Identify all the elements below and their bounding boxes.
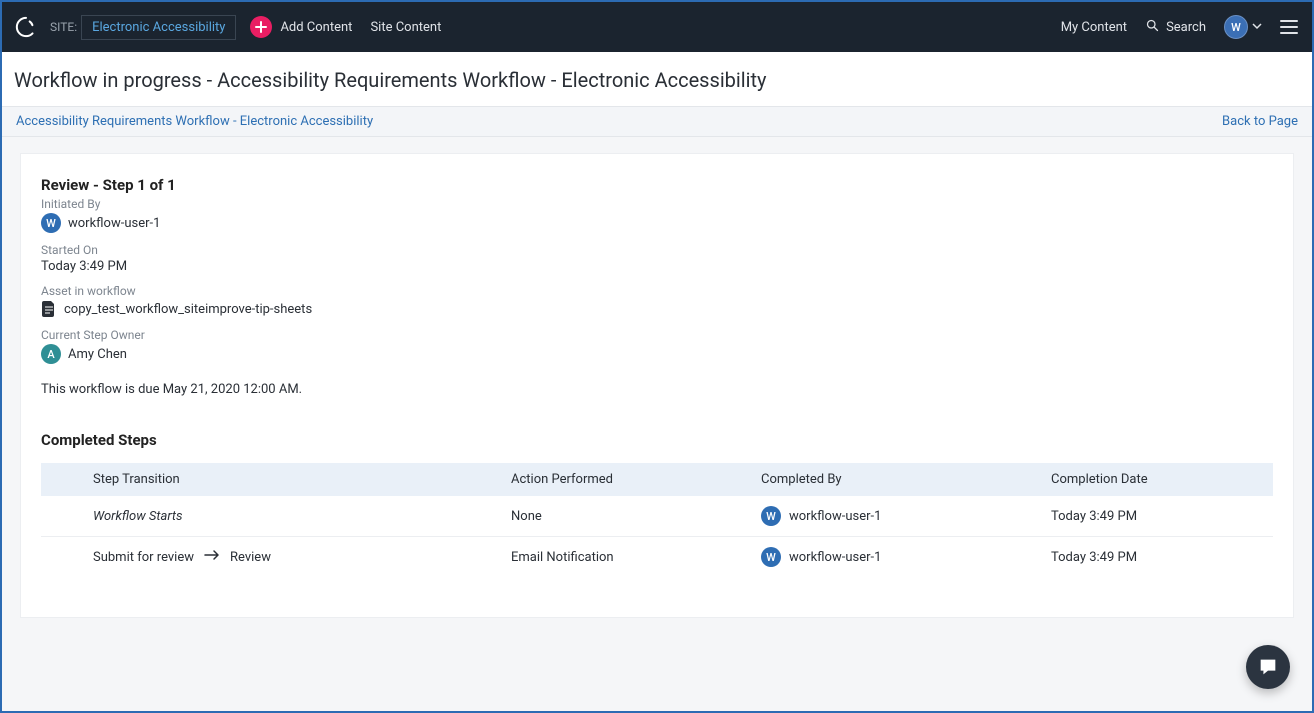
initiator-name: workflow-user-1 [68, 216, 160, 231]
user-avatar: W [1224, 15, 1248, 39]
review-heading: Review - Step 1 of 1 [41, 176, 1273, 194]
col-completed-by: Completed By [751, 463, 1041, 496]
workflow-card: Review - Step 1 of 1 Initiated By W work… [20, 153, 1294, 618]
completed-by-avatar: W [761, 547, 781, 567]
search-button[interactable]: Search [1145, 18, 1206, 37]
page-title: Workflow in progress - Accessibility Req… [14, 68, 1300, 92]
site-selector[interactable]: Electronic Accessibility [81, 15, 236, 40]
step-to: Review [230, 550, 271, 565]
my-content-link[interactable]: My Content [1061, 20, 1127, 35]
owner-value: A Amy Chen [41, 344, 1273, 364]
completed-by-avatar: W [761, 506, 781, 526]
asset-name[interactable]: copy_test_workflow_siteimprove-tip-sheet… [64, 302, 312, 317]
due-text: This workflow is due May 21, 2020 12:00 … [41, 382, 1273, 397]
user-menu[interactable]: W [1224, 15, 1262, 39]
owner-name: Amy Chen [68, 347, 127, 362]
started-on-value: Today 3:49 PM [41, 259, 1273, 274]
action-performed: Email Notification [501, 537, 751, 578]
hamburger-menu[interactable] [1280, 20, 1298, 34]
table-row: Workflow Starts None Wworkflow-user-1 Today… [41, 496, 1273, 537]
arrow-right-icon [204, 549, 220, 565]
asset-value: copy_test_workflow_siteimprove-tip-sheet… [41, 300, 1273, 318]
add-content-button[interactable]: Add Content [250, 16, 352, 38]
col-completion-date: Completion Date [1041, 463, 1273, 496]
initiated-by-value: W workflow-user-1 [41, 213, 1273, 233]
owner-avatar: A [41, 344, 61, 364]
add-content-label: Add Content [280, 20, 352, 35]
started-on-label: Started On [41, 243, 1273, 257]
step-from: Workflow Starts [93, 509, 183, 524]
col-action-performed: Action Performed [501, 463, 751, 496]
table-row: Submit for review Review Email Notificatio… [41, 537, 1273, 578]
back-to-page-link[interactable]: Back to Page [1222, 114, 1298, 129]
completion-date: Today 3:49 PM [1041, 537, 1273, 578]
page-title-bar: Workflow in progress - Accessibility Req… [2, 52, 1312, 107]
file-icon [41, 300, 57, 318]
plus-icon [250, 16, 272, 38]
step-from: Submit for review [93, 550, 194, 565]
search-label: Search [1166, 20, 1206, 35]
action-performed: None [501, 496, 751, 537]
search-icon [1145, 18, 1160, 37]
asset-label: Asset in workflow [41, 284, 1273, 298]
site-selector-value: Electronic Accessibility [92, 20, 225, 35]
site-content-link[interactable]: Site Content [370, 20, 441, 35]
owner-label: Current Step Owner [41, 328, 1273, 342]
completed-steps-heading: Completed Steps [41, 431, 1273, 449]
completed-by-name: workflow-user-1 [789, 509, 881, 524]
col-step-transition: Step Transition [41, 463, 501, 496]
chat-help-button[interactable] [1246, 645, 1290, 689]
topbar: SITE: Electronic Accessibility Add Conte… [2, 2, 1312, 52]
completion-date: Today 3:49 PM [1041, 496, 1273, 537]
completed-steps-table: Step Transition Action Performed Complet… [41, 463, 1273, 577]
site-label: SITE: [50, 20, 77, 34]
initiated-by-label: Initiated By [41, 197, 1273, 211]
breadcrumb-link[interactable]: Accessibility Requirements Workflow - El… [16, 114, 373, 129]
chevron-down-icon [1252, 20, 1262, 35]
completed-by-name: workflow-user-1 [789, 550, 881, 565]
breadcrumb-bar: Accessibility Requirements Workflow - El… [2, 107, 1312, 137]
initiator-avatar: W [41, 213, 61, 233]
app-logo-icon[interactable] [14, 15, 38, 39]
